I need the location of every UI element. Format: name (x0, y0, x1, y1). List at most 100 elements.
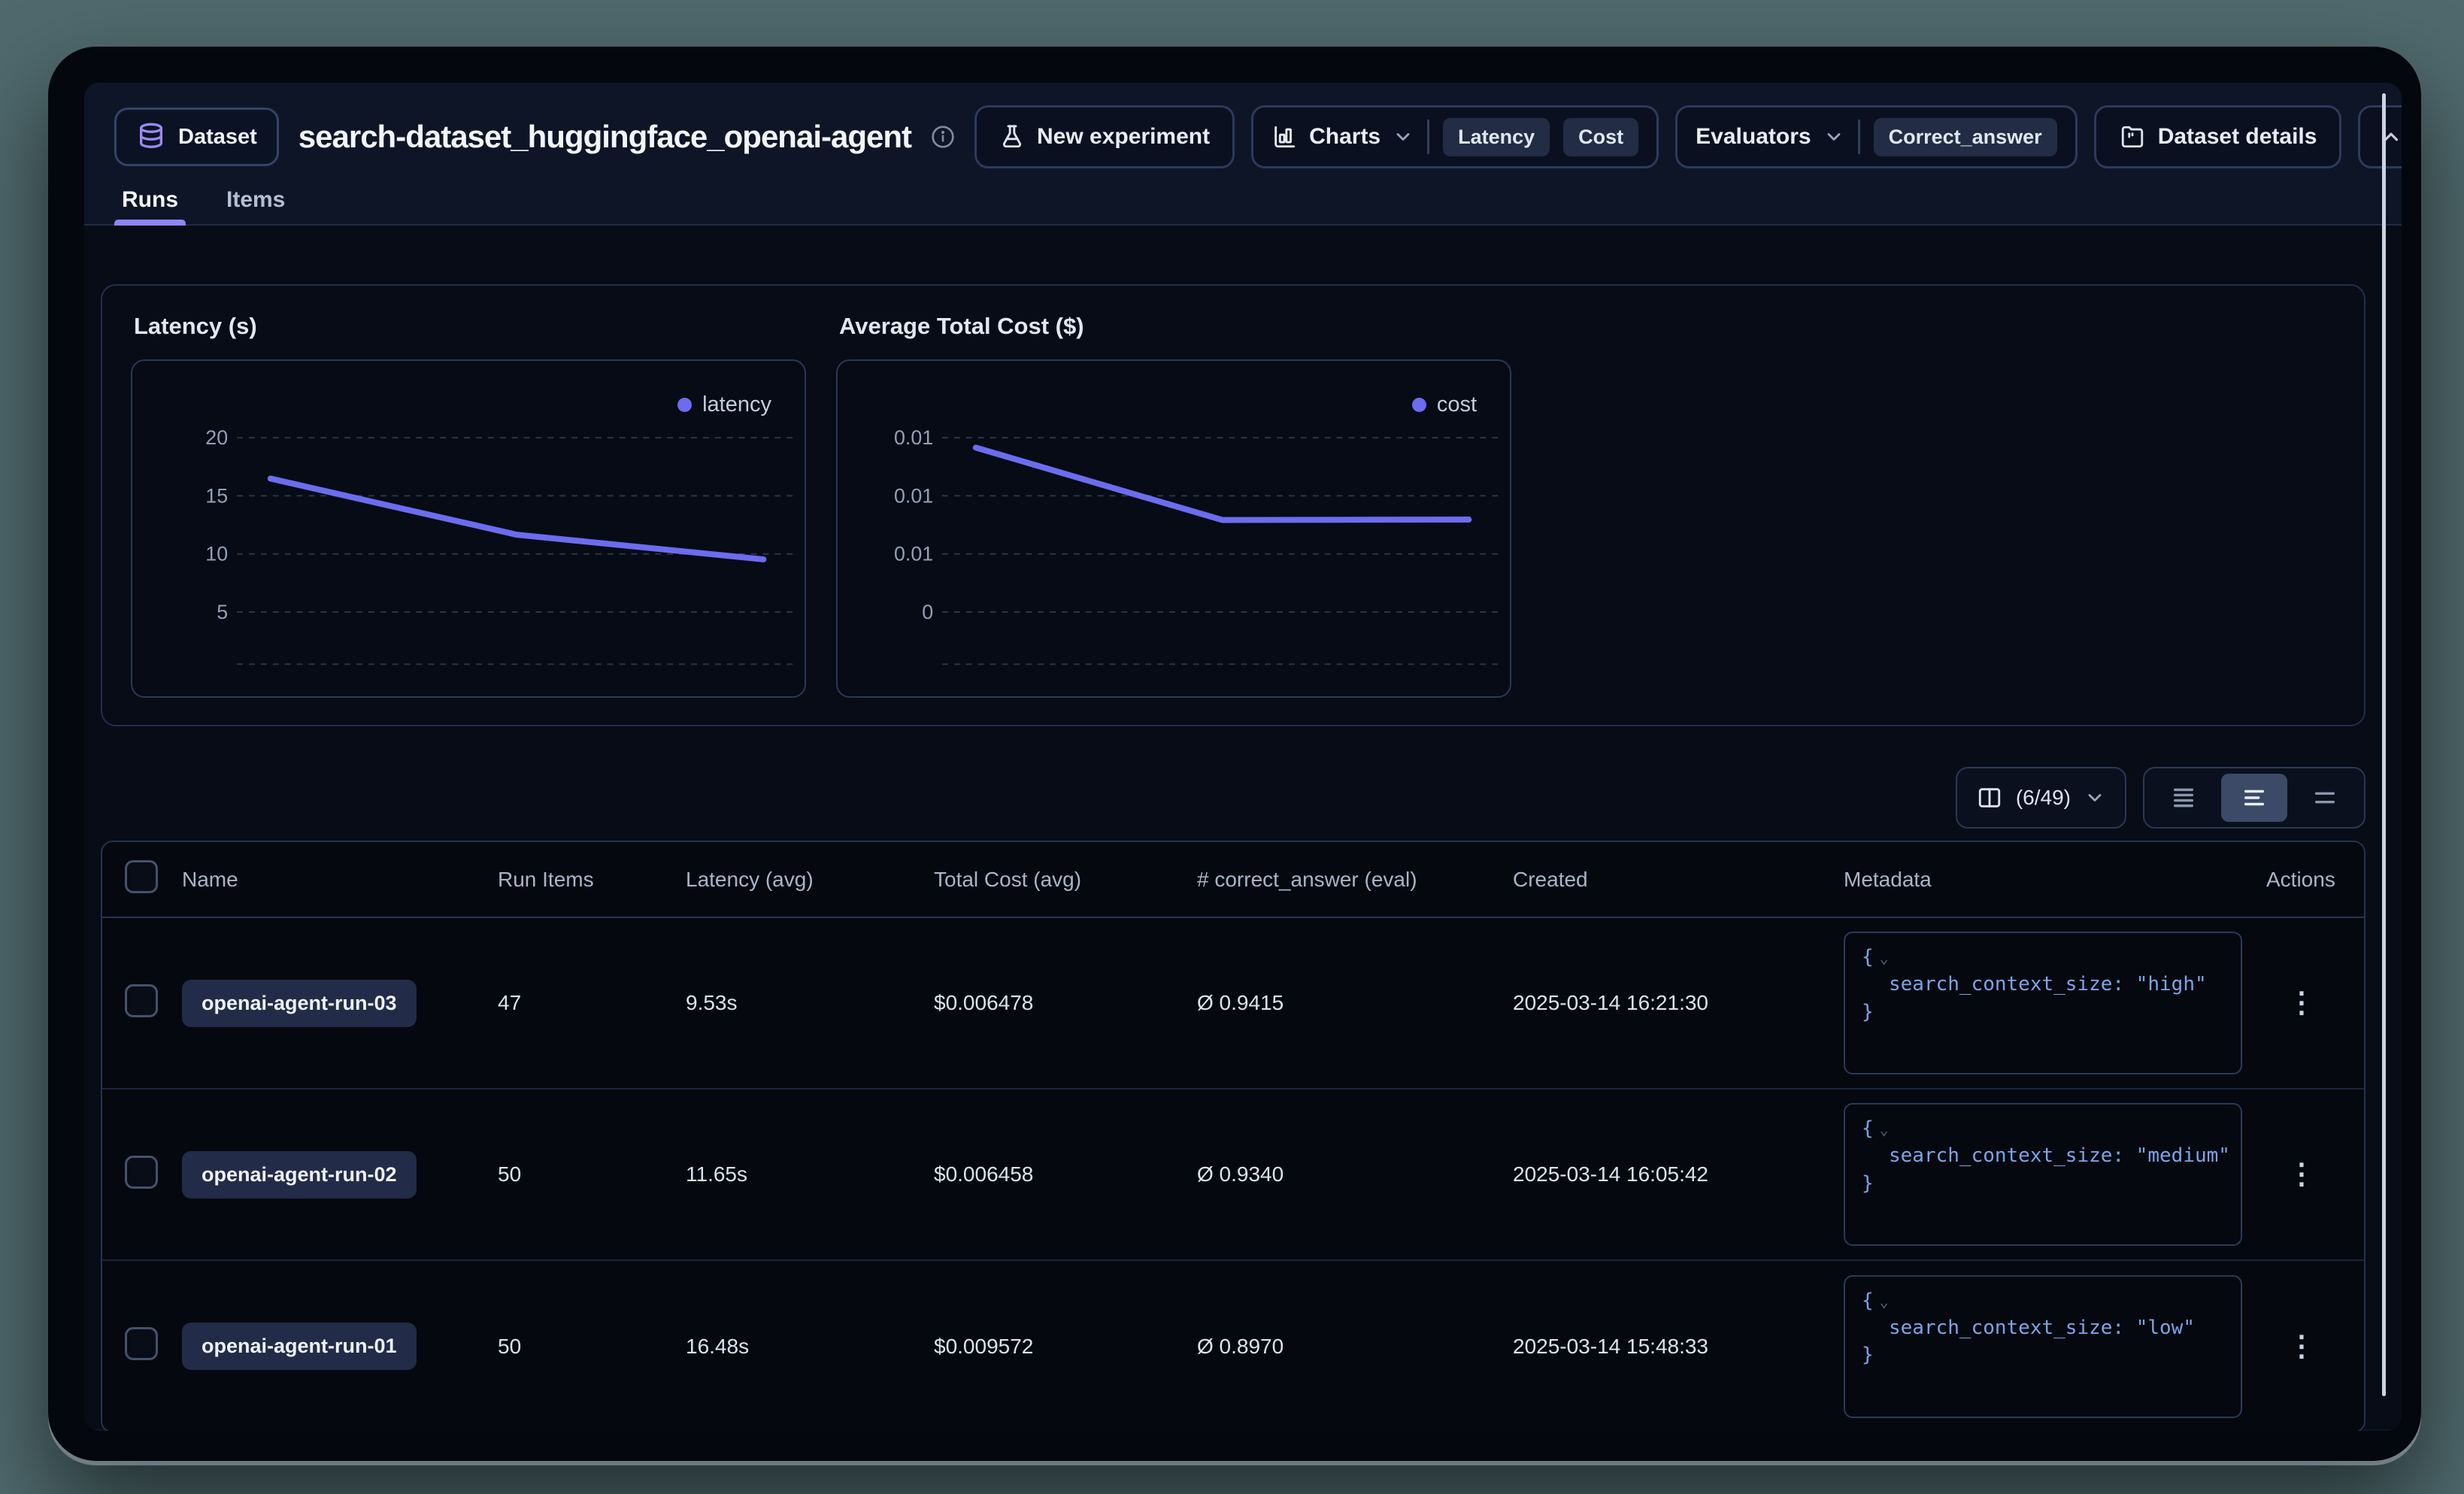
chart-title: Latency (s) (134, 313, 806, 340)
metadata-content: search_context_size: "high" (1862, 971, 2224, 998)
latency-line-plot: 20 15 10 5 (132, 361, 805, 696)
evaluators-dropdown-button[interactable]: Evaluators (1696, 124, 1844, 150)
new-experiment-label: New experiment (1037, 124, 1210, 150)
metadata-json[interactable]: {⌄ search_context_size: "high" } (1844, 932, 2242, 1074)
created-cell: 2025-03-14 15:48:33 (1501, 1260, 1832, 1431)
divider (1427, 120, 1429, 154)
column-header-latency: Latency (avg) (674, 842, 922, 917)
charts-dropdown-button[interactable]: Charts (1271, 124, 1414, 150)
runs-table: Name Run Items Latency (avg) Total Cost … (101, 841, 2366, 1431)
metadata-content: search_context_size: "low" (1862, 1314, 2224, 1341)
row-actions-button[interactable]: ⋮ (2287, 1160, 2316, 1189)
app-header: Dataset search-dataset_huggingface_opena… (84, 83, 2402, 176)
bar-chart-icon (1271, 124, 1297, 150)
divider (1858, 120, 1860, 154)
chart-card: latency 2015105 (131, 359, 806, 698)
evaluators-group: Evaluators Correct_answer (1675, 105, 2078, 168)
correct-answer-cell: Ø 0.8970 (1185, 1260, 1501, 1431)
chevron-down-icon (2084, 787, 2105, 808)
runs-tab-content: Latency (s) latency 2015105 Average Tota… (84, 226, 2402, 1429)
run-name-badge[interactable]: openai-agent-run-01 (182, 1323, 417, 1370)
header-actions: New experiment Charts (974, 105, 2402, 168)
chart-title: Average Total Cost ($) (839, 313, 1511, 340)
row-checkbox[interactable] (125, 1327, 158, 1360)
dataset-badge-label: Dataset (178, 125, 257, 150)
run-items-cell: 47 (486, 917, 674, 1089)
columns-icon (1977, 785, 2002, 811)
tab-items-label: Items (226, 187, 285, 213)
chart-chip-latency[interactable]: Latency (1443, 118, 1550, 156)
active-tab-underline (114, 220, 186, 226)
row-height-medium-button[interactable] (2221, 774, 2287, 822)
previous-run-button[interactable]: K (2358, 105, 2402, 168)
column-header-run-items: Run Items (486, 842, 674, 917)
table-row: openai-agent-run-03 47 9.53s $0.006478 Ø… (102, 917, 2366, 1089)
correct-answer-cell: Ø 0.9415 (1185, 917, 1501, 1089)
column-header-created: Created (1501, 842, 1832, 917)
latency-cell: 11.65s (674, 1089, 922, 1260)
tab-runs[interactable]: Runs (119, 176, 181, 224)
page-title: search-dataset_huggingface_openai-agent (299, 119, 911, 155)
collapse-caret-icon[interactable]: ⌄ (1880, 949, 1889, 967)
metadata-json[interactable]: {⌄ search_context_size: "medium" } (1844, 1103, 2242, 1246)
dataset-badge: Dataset (114, 108, 279, 166)
folder-icon (2119, 124, 2146, 150)
vertical-scrollbar[interactable] (2382, 93, 2386, 1396)
svg-text:10: 10 (205, 543, 228, 565)
charts-dropdown-label: Charts (1309, 124, 1381, 150)
svg-text:15: 15 (205, 484, 228, 507)
metadata-json[interactable]: {⌄ search_context_size: "low" } (1844, 1275, 2242, 1418)
tab-runs-label: Runs (122, 187, 178, 213)
tab-items[interactable]: Items (223, 176, 288, 224)
svg-text:0.01: 0.01 (894, 484, 933, 507)
latency-chart: Latency (s) latency 2015105 (131, 311, 806, 698)
column-count-label: (6/49) (2016, 786, 2071, 810)
charts-group: Charts Latency Cost (1251, 105, 1659, 168)
chart-chip-cost[interactable]: Cost (1563, 118, 1638, 156)
run-name-badge[interactable]: openai-agent-run-03 (182, 980, 417, 1027)
created-cell: 2025-03-14 16:05:42 (1501, 1089, 1832, 1260)
total-cost-cell: $0.006458 (922, 1089, 1185, 1260)
row-checkbox[interactable] (125, 984, 158, 1017)
app-content: Dataset search-dataset_huggingface_opena… (84, 83, 2402, 1431)
column-header-total-cost: Total Cost (avg) (922, 842, 1185, 917)
chevron-down-icon (1393, 126, 1414, 147)
dataset-details-label: Dataset details (2158, 124, 2317, 150)
info-icon[interactable] (931, 125, 955, 149)
evaluators-dropdown-label: Evaluators (1696, 124, 1811, 150)
evaluator-chip-correct-answer[interactable]: Correct_answer (1874, 118, 2057, 156)
table-controls: (6/49) (101, 767, 2366, 829)
collapse-caret-icon[interactable]: ⌄ (1880, 1292, 1889, 1311)
row-height-large-button[interactable] (2292, 774, 2358, 822)
database-icon (136, 120, 166, 153)
column-visibility-button[interactable]: (6/49) (1956, 767, 2126, 829)
new-experiment-button[interactable]: New experiment (974, 105, 1235, 168)
run-items-cell: 50 (486, 1260, 674, 1431)
dataset-details-button[interactable]: Dataset details (2094, 105, 2342, 168)
tab-bar: Runs Items (84, 176, 2402, 226)
created-cell: 2025-03-14 16:21:30 (1501, 917, 1832, 1089)
column-header-name: Name (170, 842, 486, 917)
flask-icon (999, 123, 1025, 150)
charts-panel: Latency (s) latency 2015105 Average Tota… (101, 284, 2366, 726)
row-height-toggle (2143, 767, 2366, 829)
total-cost-cell: $0.009572 (922, 1260, 1185, 1431)
row-checkbox[interactable] (125, 1156, 158, 1189)
correct-answer-cell: Ø 0.9340 (1185, 1089, 1501, 1260)
svg-text:0.01: 0.01 (894, 543, 933, 565)
app-window: Dataset search-dataset_huggingface_opena… (48, 47, 2421, 1461)
column-header-metadata: Metadata (1832, 842, 2254, 917)
svg-text:0.01: 0.01 (894, 426, 933, 449)
row-height-small-button[interactable] (2150, 774, 2217, 822)
collapse-caret-icon[interactable]: ⌄ (1880, 1120, 1889, 1138)
row-actions-button[interactable]: ⋮ (2287, 1332, 2316, 1361)
svg-text:5: 5 (217, 601, 228, 623)
row-actions-button[interactable]: ⋮ (2287, 989, 2316, 1017)
svg-text:20: 20 (205, 426, 228, 449)
run-name-badge[interactable]: openai-agent-run-02 (182, 1151, 417, 1199)
metadata-content: search_context_size: "medium" (1862, 1142, 2224, 1169)
chart-card: cost 0.010.010.010 (836, 359, 1511, 698)
svg-text:0: 0 (922, 601, 933, 623)
select-all-checkbox[interactable] (125, 860, 158, 893)
column-header-actions: Actions (2254, 842, 2366, 917)
